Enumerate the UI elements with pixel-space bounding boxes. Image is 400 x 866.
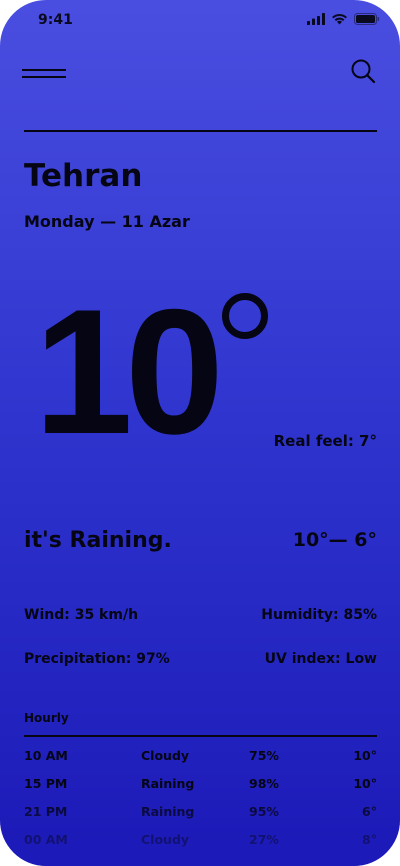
hourly-condition: Cloudy	[141, 748, 190, 763]
hourly-temperature: 10°	[353, 776, 377, 791]
hourly-humidity: 95%	[249, 804, 279, 819]
phone-screen: 9:41 Tehran Monday — 11 Azar 10 Real fee…	[0, 0, 400, 866]
hourly-title: Hourly	[24, 711, 69, 725]
hourly-humidity: 27%	[249, 832, 279, 847]
real-feel: Real feel: 7°	[273, 432, 377, 450]
humidity-stat: Humidity: 85%	[261, 607, 377, 623]
precipitation-stat: Precipitation: 97%	[24, 651, 170, 667]
hourly-row[interactable]: 00 AM Cloudy 27% 8°	[24, 824, 377, 848]
hourly-time: 10 AM	[24, 748, 68, 763]
hourly-divider	[24, 735, 377, 737]
hourly-row[interactable]: 15 PM Raining 98% 10°	[24, 768, 377, 792]
current-temperature: 10	[34, 272, 224, 471]
hourly-humidity: 98%	[249, 776, 279, 791]
hourly-row[interactable]: 10 AM Cloudy 75% 10°	[24, 740, 377, 764]
hourly-row[interactable]: 21 PM Raining 95% 6°	[24, 796, 377, 820]
hourly-time: 21 PM	[24, 804, 68, 819]
wifi-icon	[332, 13, 347, 25]
battery-icon	[354, 13, 380, 25]
weather-condition: it's Raining.	[24, 528, 172, 553]
uv-index-stat: UV index: Low	[264, 651, 377, 667]
hourly-temperature: 10°	[353, 748, 377, 763]
search-icon[interactable]	[350, 58, 376, 84]
date-label: Monday — 11 Azar	[24, 212, 190, 231]
status-bar: 9:41	[0, 0, 400, 40]
hourly-time: 00 AM	[24, 832, 68, 847]
status-time: 9:41	[38, 12, 73, 28]
hamburger-menu-icon[interactable]	[22, 61, 68, 81]
hourly-temperature: 8°	[362, 832, 377, 847]
city-name: Tehran	[24, 158, 143, 194]
header-divider	[24, 130, 377, 132]
degree-symbol	[222, 293, 268, 339]
hourly-condition: Raining	[141, 776, 195, 791]
status-icons	[307, 13, 380, 25]
cellular-signal-icon	[307, 13, 325, 25]
hourly-condition: Cloudy	[141, 832, 190, 847]
hourly-temperature: 6°	[362, 804, 377, 819]
top-nav	[0, 52, 400, 92]
temperature-range: 10°— 6°	[292, 529, 377, 551]
hourly-time: 15 PM	[24, 776, 68, 791]
hourly-condition: Raining	[141, 804, 195, 819]
wind-stat: Wind: 35 km/h	[24, 607, 139, 623]
hourly-humidity: 75%	[249, 748, 279, 763]
